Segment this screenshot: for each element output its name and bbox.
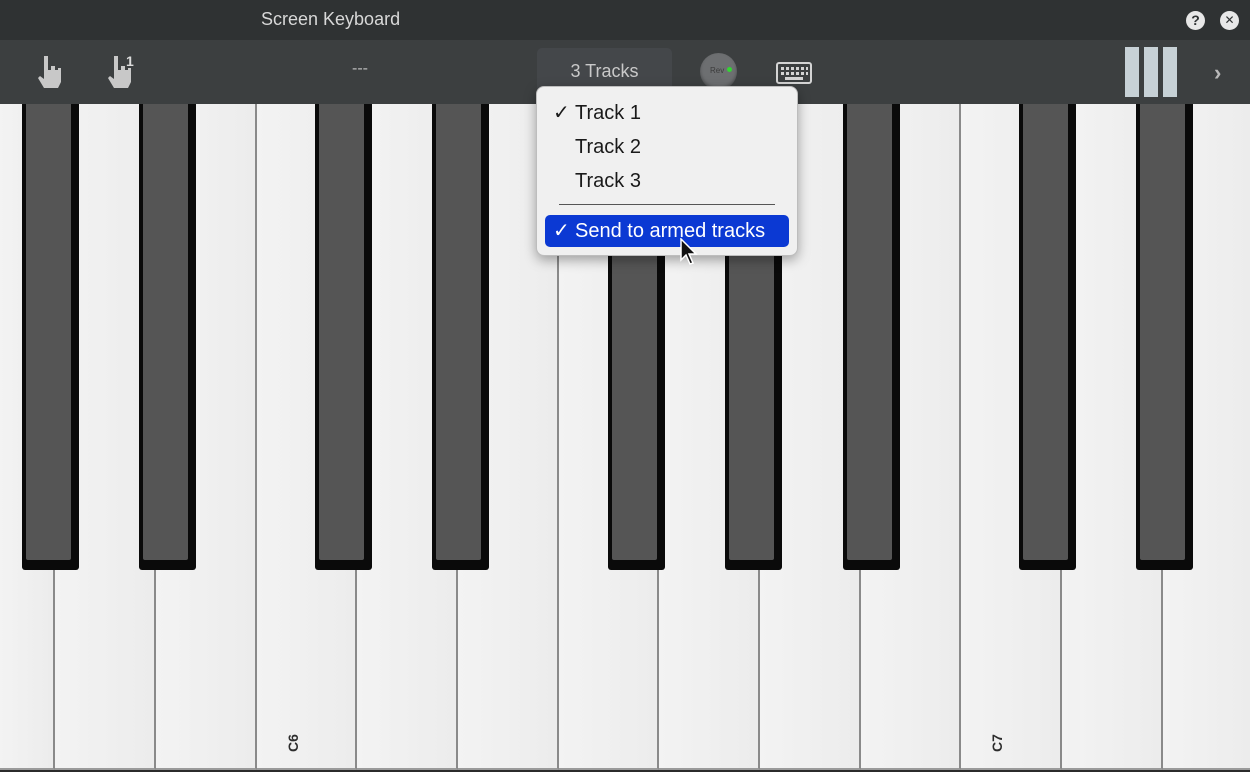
menu-item-track-1[interactable]: ✓ Track 1	[545, 97, 789, 129]
black-key[interactable]	[1019, 104, 1076, 570]
menu-item-send-to-armed-tracks[interactable]: ✓ Send to armed tracks	[545, 215, 789, 247]
menu-item-track-2[interactable]: Track 2	[545, 131, 789, 163]
key-size-icon-bar[interactable]	[1163, 47, 1177, 97]
help-icon[interactable]: ?	[1186, 11, 1205, 30]
black-key[interactable]	[315, 104, 372, 570]
mouse-cursor-icon	[680, 238, 698, 265]
checkmark-icon: ✓	[553, 220, 570, 242]
black-key[interactable]	[843, 104, 900, 570]
octave-label-c6: C6	[284, 734, 301, 752]
computer-keyboard-icon[interactable]	[776, 62, 812, 84]
key-size-icon-bar[interactable]	[1125, 47, 1139, 97]
black-key[interactable]	[1136, 104, 1193, 570]
reverb-led	[727, 67, 732, 72]
title-bar: Screen Keyboard ? ✕	[0, 0, 1250, 40]
chevron-right-icon[interactable]: ›	[1214, 60, 1221, 86]
checkmark-icon: ✓	[553, 102, 570, 124]
hand-pointer-icon[interactable]	[36, 54, 64, 90]
menu-item-label: Send to armed tracks	[575, 220, 766, 242]
menu-item-label: Track 1	[575, 102, 641, 124]
reverb-label: Rev	[710, 66, 725, 75]
menu-item-track-3[interactable]: Track 3	[545, 165, 789, 197]
reverb-knob[interactable]: Rev	[700, 53, 737, 90]
menu-item-label: Track 2	[575, 136, 641, 158]
menu-separator	[559, 204, 775, 205]
close-icon[interactable]: ✕	[1220, 11, 1239, 30]
black-key[interactable]	[139, 104, 196, 570]
octave-label-c7: C7	[988, 734, 1005, 752]
preset-display[interactable]: ---	[340, 60, 380, 78]
window-title: Screen Keyboard	[261, 9, 401, 29]
menu-item-label: Track 3	[575, 170, 641, 192]
black-key[interactable]	[432, 104, 489, 570]
black-key[interactable]	[22, 104, 79, 570]
track-routing-menu: ✓ Track 1 Track 2 Track 3 ✓ Send to arme…	[536, 86, 798, 256]
key-size-icon-bar[interactable]	[1144, 47, 1158, 97]
hand-badge: 1	[126, 53, 134, 69]
